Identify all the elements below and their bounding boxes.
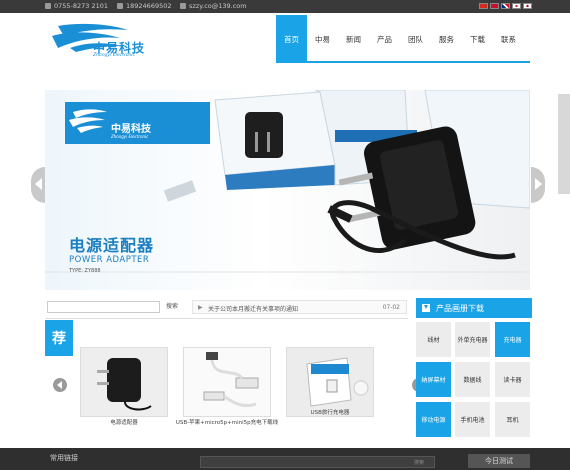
- footer-submit-button[interactable]: 今日测试: [468, 454, 530, 468]
- nav-underline: [276, 61, 530, 63]
- hero-banner[interactable]: 中易科技 Zhongyi Electronic 电源适配器 POWER ADAP…: [45, 90, 530, 290]
- phone-icon: [45, 3, 51, 9]
- news-headline[interactable]: 关于公司本月搬迁有关事项的通知: [208, 304, 298, 313]
- nav-item-about[interactable]: 中易: [307, 15, 338, 63]
- email-text[interactable]: szzy.co@139.com: [189, 2, 247, 10]
- banner-prev-button[interactable]: [31, 167, 45, 203]
- recommend-badge: 荐: [45, 320, 73, 356]
- logo-subtitle: Zhongyi Electronic: [93, 53, 136, 58]
- top-bar: 0755-8273 2101 18924669502 szzy.co@139.c…: [0, 0, 570, 13]
- email-info[interactable]: szzy.co@139.com: [180, 2, 247, 10]
- footer: 常用链接 搜索 今日测试: [0, 448, 570, 470]
- footer-links-label: 常用链接: [50, 454, 78, 462]
- chevron-left-icon: [57, 381, 62, 389]
- news-date: 07-02: [382, 304, 400, 311]
- category-data-cable[interactable]: 数据线: [455, 362, 490, 397]
- jp-flag-icon[interactable]: [523, 3, 532, 9]
- nav-item-products[interactable]: 产品: [369, 15, 400, 63]
- footer-search-hint: 搜索: [413, 460, 424, 466]
- banner-logo-subtitle: Zhongyi Electronic: [111, 134, 149, 139]
- mobile-icon: [117, 3, 123, 9]
- search-input[interactable]: [47, 301, 160, 313]
- adapter-image: [81, 348, 167, 416]
- category-earphone[interactable]: 耳机: [495, 402, 530, 437]
- banner-subtitle: POWER ADAPTER: [69, 255, 150, 265]
- nav-item-team[interactable]: 团队: [400, 15, 431, 63]
- usb-cable-image: [184, 348, 270, 416]
- travel-charger-image: [287, 348, 373, 416]
- section-divider: [45, 318, 408, 319]
- product-label-adapter[interactable]: 电源适配器: [80, 419, 168, 427]
- nav-item-download[interactable]: 下载: [462, 15, 493, 63]
- chevron-right-icon: [535, 178, 542, 190]
- download-icon: [422, 304, 430, 312]
- mail-icon: [180, 3, 186, 9]
- uk-flag-icon[interactable]: [501, 3, 510, 9]
- category-wire[interactable]: 线材: [416, 322, 451, 357]
- nav-item-contact[interactable]: 联系: [493, 15, 524, 63]
- search-button[interactable]: 搜索: [162, 301, 182, 313]
- phone-info: 0755-8273 2101: [45, 2, 108, 10]
- category-export-charger[interactable]: 外单充电器: [455, 322, 490, 357]
- bullet-icon: ▶: [198, 304, 203, 311]
- products-prev-button[interactable]: [53, 378, 67, 392]
- category-charger[interactable]: 充电器: [495, 322, 530, 357]
- category-power-bank[interactable]: 移动电源: [416, 402, 451, 437]
- banner-type: TYPE: ZY888: [69, 268, 101, 274]
- download-header[interactable]: 产品画册下载: [416, 298, 532, 318]
- product-card-travel-charger[interactable]: [286, 347, 374, 417]
- side-panel-edge: [558, 94, 570, 194]
- product-label-usb-cable[interactable]: USB-苹果+micro5p+mini5p充电下载线: [172, 419, 282, 427]
- banner-title: 电源适配器: [69, 236, 155, 255]
- download-title: 产品画册下载: [436, 303, 484, 313]
- category-phone-battery[interactable]: 手机电池: [455, 402, 490, 437]
- product-card-adapter[interactable]: [80, 347, 168, 417]
- banner-logo-name: 中易科技: [111, 124, 151, 135]
- language-flags: [479, 3, 532, 9]
- product-label-travel-charger[interactable]: USB旅行充电器: [286, 409, 374, 417]
- phone-text: 0755-8273 2101: [54, 2, 109, 10]
- chevron-left-icon: [35, 178, 42, 190]
- banner-next-button[interactable]: [531, 167, 545, 203]
- main-nav: 首页 中易 新闻 产品 团队 服务 下载 联系: [276, 15, 524, 63]
- news-ticker[interactable]: ▶ 关于公司本月搬迁有关事项的通知 07-02: [192, 300, 407, 314]
- cn-flag-icon[interactable]: [479, 3, 488, 9]
- nav-item-news[interactable]: 新闻: [338, 15, 369, 63]
- mobile-text: 18924669502: [126, 2, 172, 10]
- kr-flag-icon[interactable]: [512, 3, 521, 9]
- product-card-usb-cable[interactable]: [183, 347, 271, 417]
- mobile-info: 18924669502: [117, 2, 172, 10]
- category-card-reader[interactable]: 读卡器: [495, 362, 530, 397]
- hk-flag-icon[interactable]: [490, 3, 499, 9]
- category-screen-material[interactable]: 納屏幕材: [416, 362, 451, 397]
- nav-item-home[interactable]: 首页: [276, 15, 307, 63]
- nav-item-service[interactable]: 服务: [431, 15, 462, 63]
- footer-search-input[interactable]: 搜索: [200, 456, 435, 468]
